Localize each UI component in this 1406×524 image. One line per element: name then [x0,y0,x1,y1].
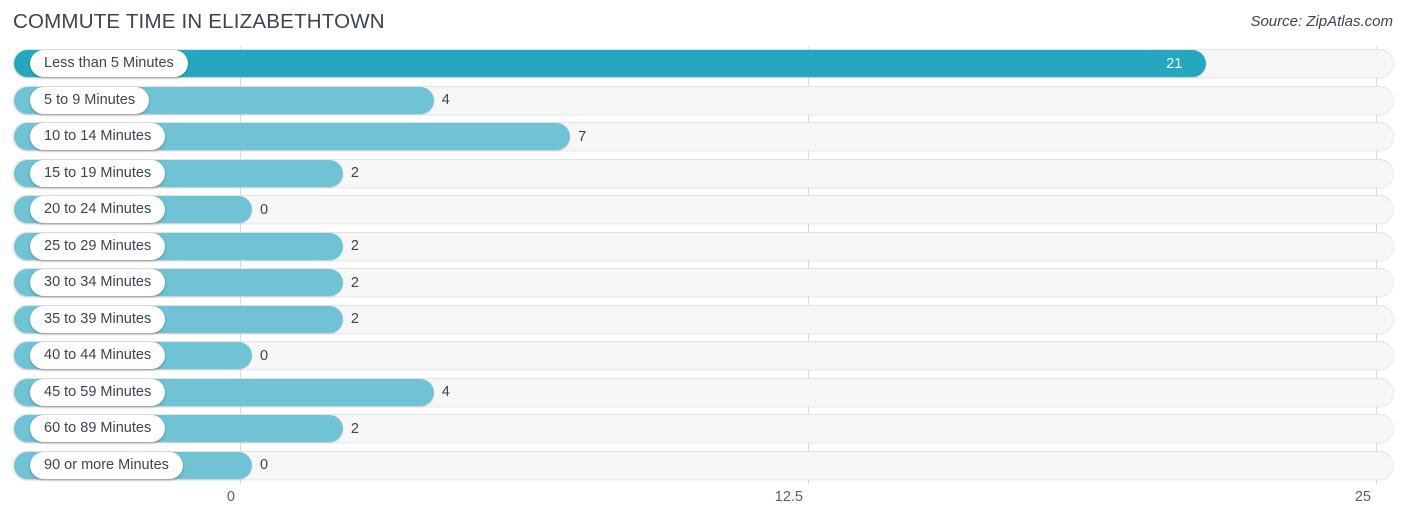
bar-rows: Less than 5 Minutes 21 5 to 9 Minutes 4 10 t… [0,46,1406,484]
category-label: 15 to 19 Minutes [44,164,152,181]
category-label: 5 to 9 Minutes [44,91,136,108]
category-label: 30 to 34 Minutes [44,274,152,291]
value-label: 0 [260,347,269,364]
category-label-pill: 35 to 39 Minutes [30,305,166,333]
bar-row[interactable]: 45 to 59 Minutes 4 [0,375,1406,412]
category-label-pill: 20 to 24 Minutes [30,196,166,223]
bar-row[interactable]: 20 to 24 Minutes 0 [0,192,1406,229]
axis-tick-label: 0 [226,489,235,505]
category-label-pill: 25 to 29 Minutes [30,232,166,260]
category-label-pill: Less than 5 Minutes [30,50,188,77]
value-label: 2 [350,311,359,327]
chart-container: COMMUTE TIME IN ELIZABETHTOWN Source: Zi… [0,0,1406,524]
category-label-pill: 90 or more Minutes [30,451,183,479]
bar-row[interactable]: 40 to 44 Minutes 0 [0,338,1406,375]
category-label: 40 to 44 Minutes [44,347,152,364]
value-label: 21 [1166,55,1183,72]
category-label: Less than 5 Minutes [44,55,174,72]
bar-row[interactable]: 60 to 89 Minutes 2 [0,411,1406,448]
value-label: 0 [260,457,269,473]
x-axis: 0 12.5 25 [0,484,1406,524]
page-title: COMMUTE TIME IN ELIZABETHTOWN [13,10,385,33]
bar-row[interactable]: 90 or more Minutes 0 [0,448,1406,485]
value-label: 4 [441,384,450,400]
category-label: 45 to 59 Minutes [44,383,152,400]
category-label-pill: 60 to 89 Minutes [30,415,166,442]
value-label: 2 [350,165,359,181]
category-label-pill: 45 to 59 Minutes [30,378,166,406]
category-label-pill: 5 to 9 Minutes [30,86,150,114]
bar-row[interactable]: 30 to 34 Minutes 2 [0,265,1406,302]
category-label: 90 or more Minutes [44,456,169,473]
category-label: 20 to 24 Minutes [44,201,152,218]
bar-row[interactable]: 15 to 19 Minutes 2 [0,156,1406,193]
axis-tick-label: 25 [1354,489,1371,505]
value-label: 2 [350,420,359,437]
bar-row[interactable]: 35 to 39 Minutes 2 [0,302,1406,339]
value-label: 7 [578,128,587,145]
value-label: 4 [441,92,450,108]
category-label-pill: 15 to 19 Minutes [30,159,166,187]
value-bar[interactable] [14,50,1207,77]
bar-row[interactable]: 5 to 9 Minutes 4 [0,83,1406,120]
category-label-pill: 30 to 34 Minutes [30,269,166,296]
plot-area: Less than 5 Minutes 21 5 to 9 Minutes 4 10 t… [0,46,1406,484]
category-label-pill: 10 to 14 Minutes [30,123,166,150]
source-attribution: Source: ZipAtlas.com [1250,13,1393,30]
bar-row[interactable]: 10 to 14 Minutes 7 [0,119,1406,156]
category-label: 35 to 39 Minutes [44,310,152,327]
category-label-pill: 40 to 44 Minutes [30,342,166,369]
axis-tick-label: 12.5 [774,489,803,505]
category-label: 25 to 29 Minutes [44,237,152,254]
value-label: 0 [260,201,269,218]
bar-row[interactable]: 25 to 29 Minutes 2 [0,229,1406,266]
category-label: 10 to 14 Minutes [44,128,152,145]
category-label: 60 to 89 Minutes [44,420,152,437]
chart-header: COMMUTE TIME IN ELIZABETHTOWN Source: Zi… [0,0,1406,46]
value-label: 2 [350,238,359,254]
bar-row[interactable]: Less than 5 Minutes 21 [0,46,1406,83]
value-label: 2 [350,274,359,291]
